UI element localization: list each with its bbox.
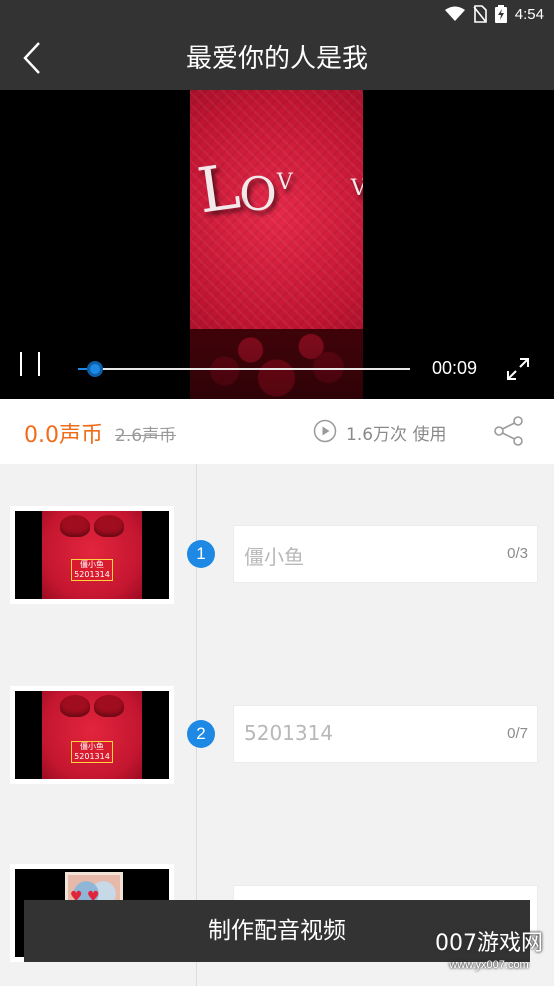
watermark-url: www.yx007.com (449, 959, 529, 971)
subtitle-input[interactable]: 5201314 0/7 (233, 705, 538, 763)
fullscreen-button[interactable] (505, 356, 531, 382)
bow-decoration (42, 511, 142, 541)
love-letter: V (276, 170, 293, 195)
char-count: 0/7 (507, 725, 528, 742)
thumbnail-frame: 僵小鱼 5201314 (15, 691, 169, 779)
tag-line: 5201314 (74, 570, 110, 579)
status-time: 4:54 (514, 5, 544, 23)
list-item: 僵小鱼 5201314 1 僵小鱼 0/3 (0, 504, 554, 604)
video-controls: 00:09 (0, 338, 554, 399)
template-info-bar: 0.0声币 2.6声币 1.6万次 使用 (0, 399, 554, 464)
chevron-left-icon (23, 42, 40, 74)
pause-button[interactable] (18, 352, 44, 378)
tag-line: 僵小鱼 (80, 560, 104, 569)
bow-decoration (42, 691, 142, 721)
thumbnail-text-tag: 僵小鱼 5201314 (71, 559, 113, 581)
row-index-badge: 1 (187, 540, 215, 568)
app-screen: 4:54 最爱你的人是我 LOV V 00:09 0.0声币 2.6声币 1.6… (0, 0, 554, 986)
list-item: 僵小鱼 5201314 2 5201314 0/7 (0, 684, 554, 784)
play-circle-icon (313, 419, 337, 443)
input-placeholder: 5201314 (244, 721, 334, 745)
wifi-icon (444, 6, 465, 21)
status-icons: 4:54 (444, 4, 544, 24)
scene-thumbnail[interactable]: 僵小鱼 5201314 (10, 506, 174, 604)
share-button[interactable] (493, 415, 525, 447)
thumbnail-text-tag: 僵小鱼 5201314 (71, 741, 113, 763)
pause-bar-icon (38, 352, 40, 376)
site-watermark: 007游戏网 www.yx007.com (424, 930, 554, 972)
current-price: 0.0声币 (24, 423, 103, 448)
usage-count: 1.6万次 使用 (346, 425, 447, 445)
seek-bar[interactable] (78, 361, 410, 377)
no-sim-icon (473, 5, 487, 23)
current-time: 00:09 (432, 358, 478, 378)
back-button[interactable] (14, 38, 50, 78)
love-letter: L (193, 149, 245, 228)
thumbnail-frame: 僵小鱼 5201314 (15, 511, 169, 599)
input-placeholder: 僵小鱼 (244, 545, 304, 569)
share-icon (494, 416, 523, 446)
pause-bar-icon (20, 352, 22, 376)
char-count: 0/3 (507, 545, 528, 562)
love-letter: V (350, 176, 363, 201)
video-player[interactable]: LOV V 00:09 (0, 90, 554, 399)
tag-line: 5201314 (74, 752, 110, 761)
subtitle-input[interactable]: 僵小鱼 0/3 (233, 525, 538, 583)
header-bar: 最爱你的人是我 (0, 28, 554, 90)
original-price: 2.6声币 (115, 426, 177, 446)
battery-charging-icon (494, 5, 507, 23)
tag-line: 僵小鱼 (80, 742, 104, 751)
scene-thumbnail[interactable]: 僵小鱼 5201314 (10, 686, 174, 784)
watermark-title: 007游戏网 (435, 931, 543, 956)
status-bar: 4:54 (0, 0, 554, 28)
page-title: 最爱你的人是我 (185, 44, 368, 74)
love-letter: O (239, 167, 277, 221)
expand-icon (507, 358, 529, 380)
seek-handle[interactable] (86, 361, 103, 377)
row-index-badge: 2 (187, 720, 215, 748)
love-title-art: LOV V (193, 149, 363, 227)
